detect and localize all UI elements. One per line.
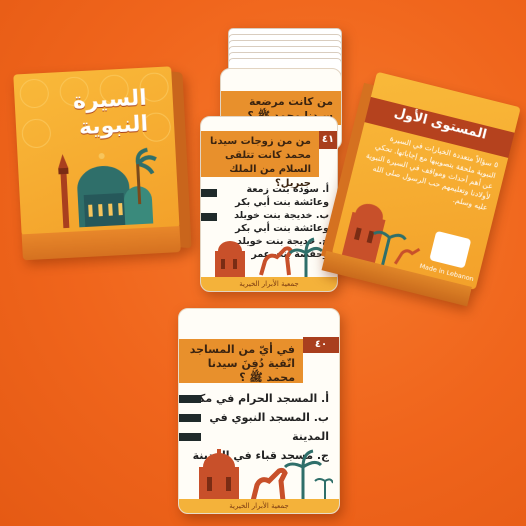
answer-b: ب. خديجة بنت خويلد وعائشة بنت أبي بكر [234,210,329,234]
loose-card-footer: جمعية الأبرار الخيرية [179,499,339,513]
card-box-right: المستوى الأول ٥ سؤالاً متعددة الخيارات ف… [321,71,526,310]
loose-card-number: ٤٠ [303,337,339,353]
answer-a: أ. المسجد الحرام في مكة [192,392,329,405]
loose-card-question: في أيّ من المساجد اتّقية دُفِنَ سيدنا مح… [179,339,303,384]
front-card: من من زوجات سيدنا محمد كانت تتلقى السلام… [200,116,338,292]
mosque-illustration [58,147,157,229]
card-illustration [199,449,333,501]
answer-tick [179,433,201,441]
loose-card: ٤٠ في أيّ من المساجد اتّقية دُفِنَ سيدنا… [178,308,340,514]
answer-a: أ. سودة بنت زمعة وعائشة بنت أبي بكر [235,184,329,208]
answer-tick [201,189,217,197]
card-box-left: السيرة النبوية [13,66,192,261]
answer-b: ب. المسجد النبوي في المدينة [209,411,329,443]
card-illustration [215,237,324,279]
box-front: السيرة النبوية [13,66,180,237]
answer-tick [201,213,217,221]
photo-scene: السيرة النبوية من كانت مرضعة سيدنا محمد … [0,0,526,526]
box-title: السيرة النبوية [72,85,149,141]
answer-tick [179,395,201,403]
front-card-footer: جمعية الأبرار الخيرية [201,277,337,291]
front-card-number: ٤١ [319,131,337,149]
front-card-question: من من زوجات سيدنا محمد كانت تتلقى السلام… [201,131,319,189]
answer-tick [179,414,201,422]
